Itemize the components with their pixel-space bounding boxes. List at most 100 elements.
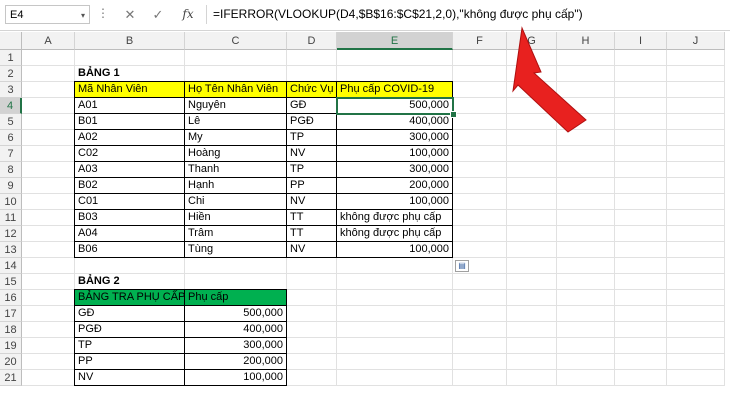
chevron-down-icon[interactable]: ▾	[81, 6, 85, 25]
empty-cell[interactable]	[615, 82, 667, 98]
table1-cell[interactable]: Tùng	[184, 241, 287, 258]
table1-cell[interactable]: TP	[286, 129, 337, 146]
empty-cell[interactable]	[507, 258, 557, 274]
empty-cell[interactable]	[337, 306, 453, 322]
empty-cell[interactable]	[507, 322, 557, 338]
row-header-1[interactable]: 1	[0, 50, 22, 66]
empty-cell[interactable]	[615, 354, 667, 370]
empty-cell[interactable]	[337, 370, 453, 386]
table1-cell[interactable]: TT	[286, 225, 337, 242]
row-header-21[interactable]: 21	[0, 370, 22, 386]
more-options-icon[interactable]: ⋮	[97, 5, 109, 24]
empty-cell[interactable]	[667, 370, 725, 386]
empty-cell[interactable]	[287, 306, 337, 322]
empty-cell[interactable]	[337, 354, 453, 370]
empty-cell[interactable]	[615, 146, 667, 162]
empty-cell[interactable]	[557, 354, 615, 370]
allowance-cell[interactable]: 100,000	[336, 145, 453, 162]
empty-cell[interactable]	[75, 258, 185, 274]
table2-cell[interactable]: NV	[74, 369, 185, 386]
empty-cell[interactable]	[453, 354, 507, 370]
empty-cell[interactable]	[507, 242, 557, 258]
empty-cell[interactable]	[453, 162, 507, 178]
empty-cell[interactable]	[22, 338, 75, 354]
empty-cell[interactable]	[453, 210, 507, 226]
empty-cell[interactable]	[22, 226, 75, 242]
row-header-9[interactable]: 9	[0, 178, 22, 194]
row-header-2[interactable]: 2	[0, 66, 22, 82]
table2-cell[interactable]: 500,000	[184, 305, 287, 322]
row-header-13[interactable]: 13	[0, 242, 22, 258]
empty-cell[interactable]	[557, 226, 615, 242]
row-header-6[interactable]: 6	[0, 130, 22, 146]
empty-cell[interactable]	[667, 354, 725, 370]
allowance-cell[interactable]: 300,000	[336, 129, 453, 146]
empty-cell[interactable]	[287, 354, 337, 370]
empty-cell[interactable]	[337, 274, 453, 290]
empty-cell[interactable]	[615, 322, 667, 338]
empty-cell[interactable]	[615, 114, 667, 130]
empty-cell[interactable]	[667, 178, 725, 194]
empty-cell[interactable]	[453, 322, 507, 338]
empty-cell[interactable]	[22, 354, 75, 370]
fill-handle[interactable]	[450, 111, 457, 118]
empty-cell[interactable]	[667, 210, 725, 226]
empty-cell[interactable]	[557, 130, 615, 146]
empty-cell[interactable]	[615, 194, 667, 210]
empty-cell[interactable]	[507, 354, 557, 370]
table2-cell[interactable]: PP	[74, 353, 185, 370]
empty-cell[interactable]	[22, 162, 75, 178]
table1-cell[interactable]: NV	[286, 145, 337, 162]
empty-cell[interactable]	[75, 50, 185, 66]
empty-cell[interactable]	[615, 66, 667, 82]
empty-cell[interactable]	[667, 66, 725, 82]
table1-cell[interactable]: Lê	[184, 113, 287, 130]
empty-cell[interactable]	[615, 290, 667, 306]
table2-cell[interactable]: 300,000	[184, 337, 287, 354]
allowance-cell[interactable]: không được phụ cấp	[336, 209, 453, 226]
insert-function-icon[interactable]: fx	[176, 5, 200, 24]
table2-cell[interactable]: 400,000	[184, 321, 287, 338]
empty-cell[interactable]	[507, 66, 557, 82]
table1-cell[interactable]: C02	[74, 145, 185, 162]
allowance-cell[interactable]: 400,000	[336, 113, 453, 130]
table1-cell[interactable]: Chi	[184, 193, 287, 210]
table1-cell[interactable]: PP	[286, 177, 337, 194]
column-header-a[interactable]: A	[22, 32, 75, 50]
empty-cell[interactable]	[557, 66, 615, 82]
empty-cell[interactable]	[507, 130, 557, 146]
empty-cell[interactable]	[615, 306, 667, 322]
empty-cell[interactable]	[287, 66, 337, 82]
empty-cell[interactable]	[185, 258, 287, 274]
column-header-f[interactable]: F	[453, 32, 507, 50]
empty-cell[interactable]	[22, 290, 75, 306]
empty-cell[interactable]	[22, 370, 75, 386]
row-header-11[interactable]: 11	[0, 210, 22, 226]
row-header-14[interactable]: 14	[0, 258, 22, 274]
empty-cell[interactable]	[453, 98, 507, 114]
empty-cell[interactable]	[615, 370, 667, 386]
empty-cell[interactable]	[667, 242, 725, 258]
column-header-i[interactable]: I	[615, 32, 667, 50]
allowance-cell[interactable]: 100,000	[336, 193, 453, 210]
empty-cell[interactable]	[507, 194, 557, 210]
empty-cell[interactable]	[557, 146, 615, 162]
empty-cell[interactable]	[453, 338, 507, 354]
allowance-cell[interactable]: 300,000	[336, 161, 453, 178]
empty-cell[interactable]	[22, 194, 75, 210]
empty-cell[interactable]	[337, 338, 453, 354]
empty-cell[interactable]	[22, 178, 75, 194]
empty-cell[interactable]	[453, 306, 507, 322]
empty-cell[interactable]	[22, 98, 75, 114]
empty-cell[interactable]	[667, 338, 725, 354]
empty-cell[interactable]	[453, 66, 507, 82]
name-box[interactable]: E4 ▾	[5, 5, 90, 24]
table1-cell[interactable]: My	[184, 129, 287, 146]
empty-cell[interactable]	[667, 50, 725, 66]
empty-cell[interactable]	[22, 258, 75, 274]
column-header-b[interactable]: B	[75, 32, 185, 50]
empty-cell[interactable]	[667, 322, 725, 338]
empty-cell[interactable]	[22, 242, 75, 258]
empty-cell[interactable]	[453, 130, 507, 146]
empty-cell[interactable]	[453, 178, 507, 194]
